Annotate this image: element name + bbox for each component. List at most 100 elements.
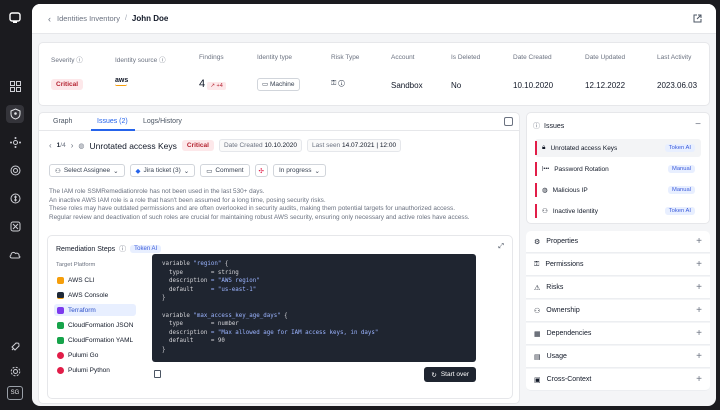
issue-row-malicious-ip[interactable]: ◍ Malicious IP Manual <box>535 181 701 199</box>
code-line: type = number <box>162 321 239 328</box>
expand-plus-icon: + <box>696 236 702 247</box>
code-line: } <box>162 346 166 353</box>
platform-cloudformation-json[interactable]: CloudFormation JSON <box>54 319 144 331</box>
settings-gear-icon[interactable] <box>6 362 24 380</box>
next-issue-chevron-icon[interactable]: › <box>71 141 74 150</box>
pulumi-logo-icon <box>57 366 64 374</box>
issue-header: ‹ 1/4 › ◍ Unrotated access Keys Critical… <box>49 139 402 152</box>
comment-button[interactable]: ▭ Comment <box>200 164 250 177</box>
section-cross-context[interactable]: ▣ Cross-Context + <box>526 369 710 391</box>
section-dependencies[interactable]: ▦ Dependencies + <box>526 323 710 345</box>
cloudformation-logo-icon <box>57 336 64 344</box>
remediation-title: Remediation Steps <box>56 245 116 253</box>
logo-icon <box>6 9 24 27</box>
tab-logs-history[interactable]: Logs/History <box>143 118 182 125</box>
risk-key-icon: ⚿ <box>331 80 337 87</box>
findings-delta: ↗ +4 <box>207 82 226 90</box>
fullscreen-icon[interactable]: ⤢ <box>498 243 504 251</box>
code-footer: ↻ Start over <box>152 366 476 384</box>
jira-ticket-button[interactable]: ◆ Jira ticket (3) ⌄ <box>129 164 196 177</box>
lock-icon: 🔒︎ <box>542 144 546 151</box>
section-permissions[interactable]: ⚿ Permissions + <box>526 254 710 276</box>
findings-label: Findings <box>199 54 224 61</box>
platform-aws-cli[interactable]: AWS CLI <box>54 274 136 286</box>
issue-row-unrotated-keys[interactable]: 🔒︎ Unrotated access Keys Token AI <box>535 139 701 157</box>
section-ownership[interactable]: ⚇ Ownership + <box>526 300 710 322</box>
code-line: default = "us-east-1" <box>162 286 257 293</box>
is-deleted-value: No <box>451 81 462 90</box>
remediation-steps: Remediation Steps ⓘ Token AI ⤢ Target Pl… <box>47 235 513 399</box>
cloud-icon[interactable] <box>6 245 24 263</box>
rocket-icon[interactable] <box>6 338 24 356</box>
section-risks[interactable]: ⚠︎ Risks + <box>526 277 710 299</box>
globe-icon: ◍ <box>542 187 548 194</box>
risk-info-icon: ⓘ <box>338 80 345 87</box>
breadcrumb-parent[interactable]: Identities Inventory <box>57 14 120 23</box>
info-icon: ⓘ <box>76 57 83 64</box>
platform-terraform[interactable]: Terraform <box>54 304 136 316</box>
identity-shield-icon[interactable] <box>6 105 24 123</box>
user-avatar[interactable]: SG <box>7 386 23 400</box>
date-created-value: 10.10.2020 <box>513 81 554 90</box>
platform-pulumi-go[interactable]: Pulumi Go <box>54 349 136 361</box>
issue-actions: ⚇ Select Assignee ⌄ ◆ Jira ticket (3) ⌄ ▭ Com… <box>49 164 326 177</box>
select-assignee-button[interactable]: ⚇ Select Assignee ⌄ <box>49 164 125 177</box>
aws-cli-logo-icon <box>57 276 64 284</box>
date-updated-value: 12.12.2022 <box>585 81 626 90</box>
date-created-label: Date Created <box>513 54 552 61</box>
currency-icon[interactable] <box>6 189 24 207</box>
integrations-icon[interactable] <box>6 217 24 235</box>
chevron-down-icon: ⌄ <box>113 167 119 175</box>
platform-aws-console[interactable]: AWS Console <box>54 289 136 301</box>
expand-plus-icon: + <box>696 351 702 362</box>
issue-title: Unrotated access Keys <box>89 140 177 151</box>
dashboard-icon[interactable] <box>6 77 24 95</box>
issue-row-inactive-identity[interactable]: ⚇ Inactive Identity Token AI <box>535 202 701 220</box>
globe-icon: ◍ <box>78 142 85 150</box>
user-off-icon: ⚇ <box>542 208 548 215</box>
is-deleted-label: Is Deleted <box>451 54 481 61</box>
cloudformation-logo-icon <box>57 321 64 329</box>
issues-info-icon: ⓘ <box>533 123 540 130</box>
page-title: John Doe <box>131 14 169 23</box>
code-line: default = 90 <box>162 338 225 345</box>
terraform-logo-icon <box>57 306 64 314</box>
back-chevron-icon[interactable]: ‹ <box>48 14 51 24</box>
start-over-button[interactable]: ↻ Start over <box>424 367 476 382</box>
code-block: variable "region" { type = string descri… <box>152 254 476 362</box>
collapse-minus-icon[interactable]: − <box>695 119 701 130</box>
open-external-icon[interactable] <box>693 14 702 23</box>
platform-cloudformation-yaml[interactable]: CloudFormation YAML <box>54 334 144 346</box>
graph-nodes-icon[interactable] <box>6 133 24 151</box>
details-sidebar: ⓘ Issues − 🔒︎ Unrotated access Keys Toke… <box>526 112 710 404</box>
key-icon: ⚿ <box>534 260 540 268</box>
issue-row-password-rotation[interactable]: |••• Password Rotation Manual <box>535 160 701 178</box>
app-frame: SG ‹ Identities Inventory / John Doe Sev… <box>0 0 720 410</box>
chevron-down-icon: ⌄ <box>314 167 320 175</box>
user-icon: ⚇ <box>55 167 61 175</box>
slack-button[interactable]: ✣ <box>254 164 268 177</box>
jira-icon: ◆ <box>135 167 141 175</box>
severity-label: Severity <box>51 57 75 64</box>
section-usage[interactable]: ▤ Usage + <box>526 346 710 368</box>
target-icon[interactable] <box>6 161 24 179</box>
date-updated-label: Date Updated <box>585 54 626 61</box>
copy-icon[interactable] <box>154 370 161 378</box>
status-dropdown[interactable]: In progress ⌄ <box>273 164 326 177</box>
risk-type-label: Risk Type <box>331 54 360 61</box>
active-tab-indicator <box>91 129 135 131</box>
issue-description: The IAM role SSMRemediationrole has not … <box>49 188 470 222</box>
machine-pill: ▭ Machine <box>257 78 300 91</box>
issues-card: ⓘ Issues − 🔒︎ Unrotated access Keys Toke… <box>526 112 710 224</box>
chevron-down-icon: ⌄ <box>183 167 190 175</box>
issues-panel: Graph Issues (2) Logs/History ‹ 1/4 › ◍ … <box>38 112 520 404</box>
expand-panel-icon[interactable] <box>504 117 513 126</box>
tab-issues[interactable]: Issues (2) <box>97 118 128 125</box>
tab-graph[interactable]: Graph <box>53 118 72 125</box>
section-properties[interactable]: ⚙︎ Properties + <box>526 231 710 253</box>
prev-issue-chevron-icon[interactable]: ‹ <box>49 141 52 150</box>
platform-pulumi-python[interactable]: Pulumi Python <box>54 364 136 376</box>
identity-type-label: Identity type <box>257 54 293 61</box>
identity-summary: Severity ⓘ Critical Identity source ⓘ aw… <box>38 42 710 106</box>
